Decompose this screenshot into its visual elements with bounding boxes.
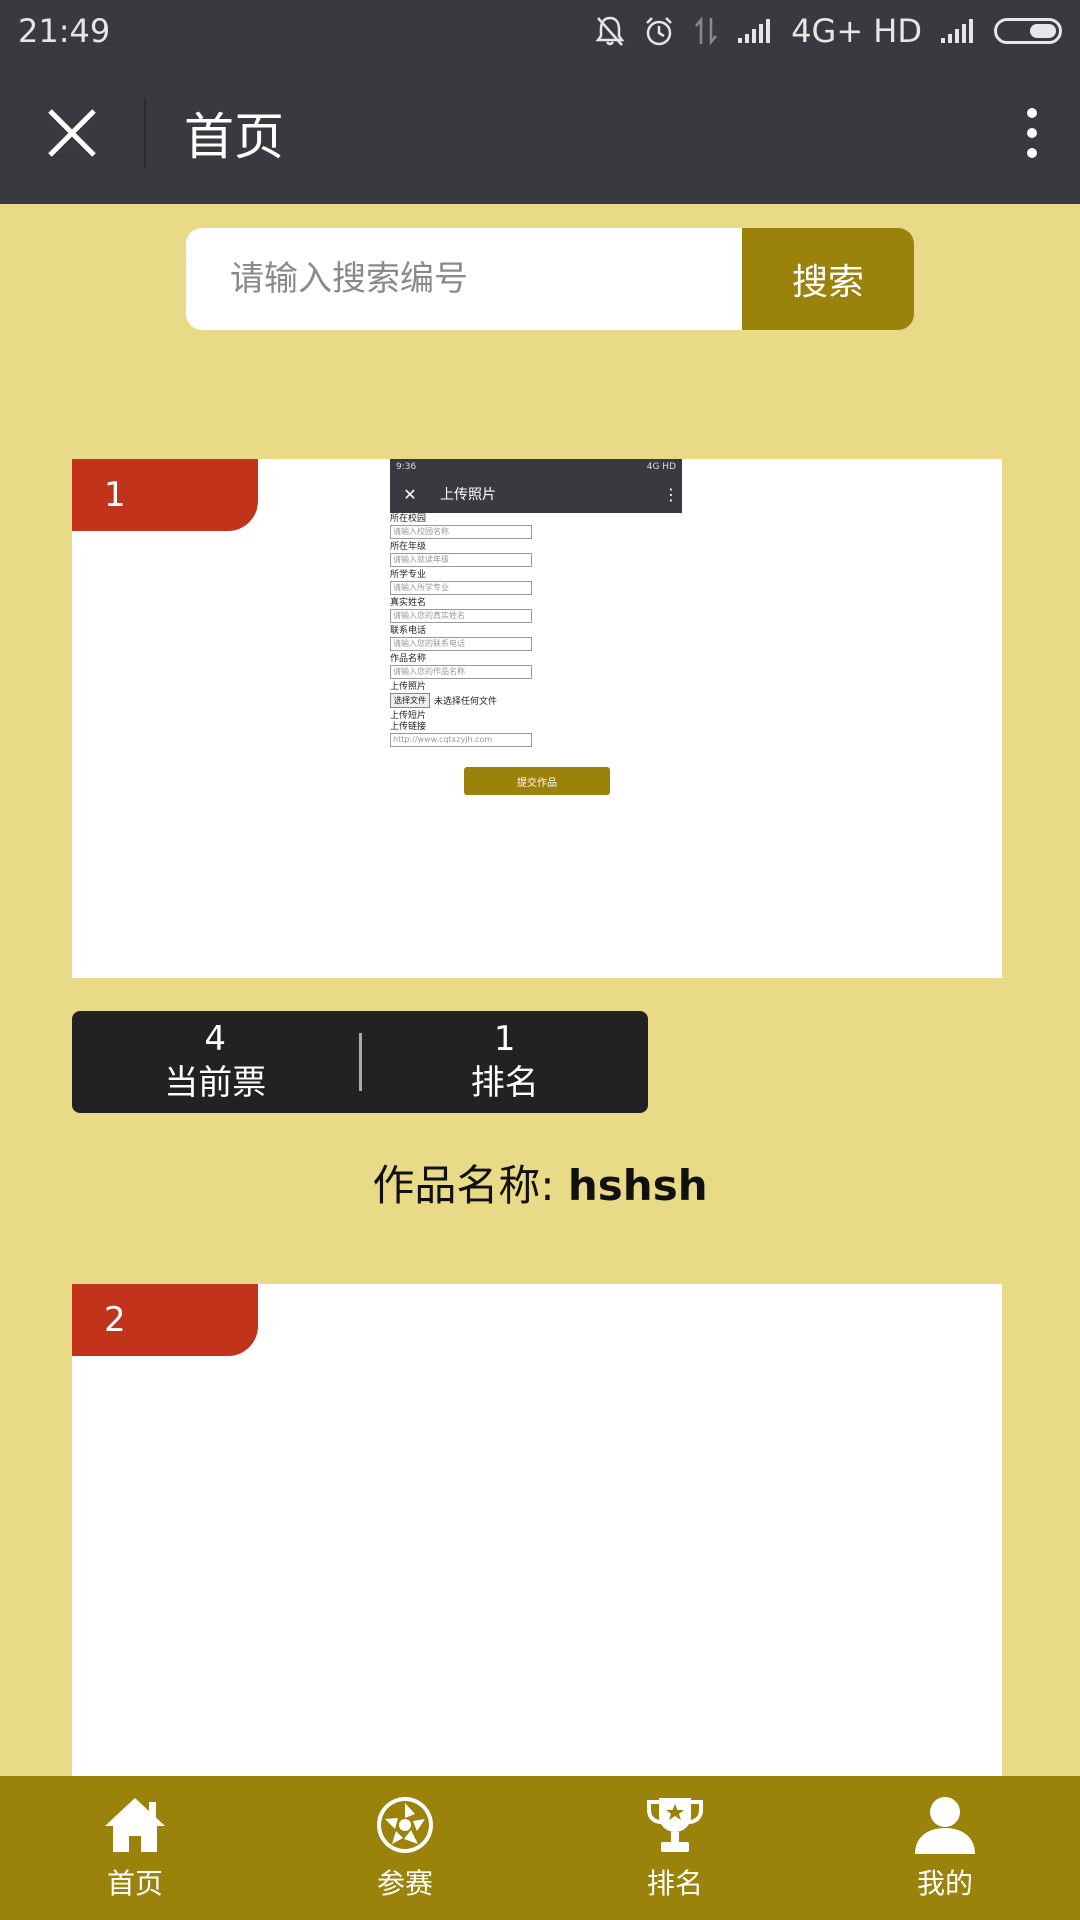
thumb-field-label: 所学专业 [390,570,427,580]
thumb-field-input: 请输入所学专业 [390,581,532,595]
ranking-stat: 1 排名 [362,1018,649,1106]
entry-card[interactable]: 2 [72,1284,1002,1776]
network-label: 4G+ HD [791,12,922,50]
status-icons: 4G+ HD [595,12,1062,50]
thumb-field-input: 请输入您的作品名称 [390,665,532,679]
ranking-label: 排名 [470,1063,539,1103]
nav-bar: 首页 [0,62,1080,204]
votes-count: 4 [204,1019,227,1059]
rank-badge: 1 [72,459,258,531]
thumb-more-icon: ⋮ [663,484,679,504]
bell-off-icon [595,15,625,47]
ranking-value: 1 [493,1019,516,1059]
thumb-time: 9:36 [396,462,417,472]
thumb-field-label: 联系电话 [390,626,427,636]
alarm-icon [643,15,675,47]
user-icon [915,1797,975,1854]
thumb-upload-video-label: 上传短片 [390,711,427,721]
thumb-form: 所在校园 请输入校园名称 所在年级 请输入就读年级 所学专业 请输入所学专业 真… [390,513,682,795]
status-time: 21:49 [18,12,111,50]
tab-bar: 首页 参赛 排名 我的 [0,1776,1080,1920]
tab-mine[interactable]: 我的 [810,1776,1080,1920]
thumb-choose-file: 选择文件 [390,693,430,708]
trophy-icon [647,1798,703,1852]
search-input[interactable] [186,228,742,330]
thumb-field-input: 请输入您的联系电话 [390,637,532,651]
thumb-field-input: 请输入您的真实姓名 [390,609,532,623]
votes-label: 当前票 [164,1063,267,1103]
search-bar: 搜索 [186,228,914,330]
thumb-submit: 提交作品 [464,767,610,795]
tab-label: 我的 [916,1867,973,1900]
tab-home[interactable]: 首页 [0,1776,270,1920]
thumb-field-input: 请输入校园名称 [390,525,532,539]
thumb-network: 4G HD [646,462,676,472]
thumb-no-file: 未选择任何文件 [434,697,498,707]
thumb-status-bar: 9:36 4G HD [390,459,682,475]
tab-label: 参赛 [376,1867,433,1900]
thumb-link-input: http://www.cqtxzyjh.com [390,733,532,747]
thumb-field-label: 所在年级 [390,542,427,552]
search-button[interactable]: 搜索 [742,228,914,330]
signal-icon [940,18,976,44]
page-title: 首页 [184,108,284,166]
more-vertical-icon[interactable] [984,62,1080,204]
status-bar: 21:49 4G+ HD [0,0,1080,62]
thumb-upload-photo-label: 上传照片 [390,682,427,692]
home-icon [105,1798,165,1852]
thumb-file-picker: 选择文件 未选择任何文件 [390,693,682,708]
work-name: 作品名称: hshsh [0,1152,1080,1213]
nav-divider [144,98,146,168]
work-name-value: hshsh [567,1161,708,1210]
thumb-field-label: 作品名称 [390,654,427,664]
battery-icon [994,18,1062,44]
thumb-field-input: 请输入就读年级 [390,553,532,567]
tab-label: 排名 [646,1867,703,1900]
rank-badge: 2 [72,1284,258,1356]
votes-stat: 4 当前票 [72,1018,359,1106]
tab-ranking[interactable]: 排名 [540,1776,810,1920]
tab-enter[interactable]: 参赛 [270,1776,540,1920]
entry-thumbnail: 9:36 4G HD ✕ 上传照片 ⋮ 所在校园 请输入校园名称 所在年级 请输… [390,459,682,819]
work-name-label: 作品名称: [372,1161,568,1210]
vote-bar: 4 当前票 1 排名 [72,1011,648,1113]
thumb-nav-bar: ✕ 上传照片 ⋮ [390,475,682,513]
aperture-icon [377,1797,433,1853]
close-button[interactable] [0,62,144,204]
thumb-upload-link-label: 上传链接 [390,722,427,732]
data-arrows-icon [693,16,719,46]
thumb-field-label: 所在校园 [390,514,427,524]
thumb-field-label: 真实姓名 [390,598,427,608]
signal-icon [737,18,773,44]
entry-card[interactable]: 9:36 4G HD ✕ 上传照片 ⋮ 所在校园 请输入校园名称 所在年级 请输… [72,459,1002,978]
close-icon [48,109,96,157]
tab-label: 首页 [106,1867,163,1900]
thumb-close-icon: ✕ [403,484,417,504]
thumb-title: 上传照片 [440,487,496,503]
